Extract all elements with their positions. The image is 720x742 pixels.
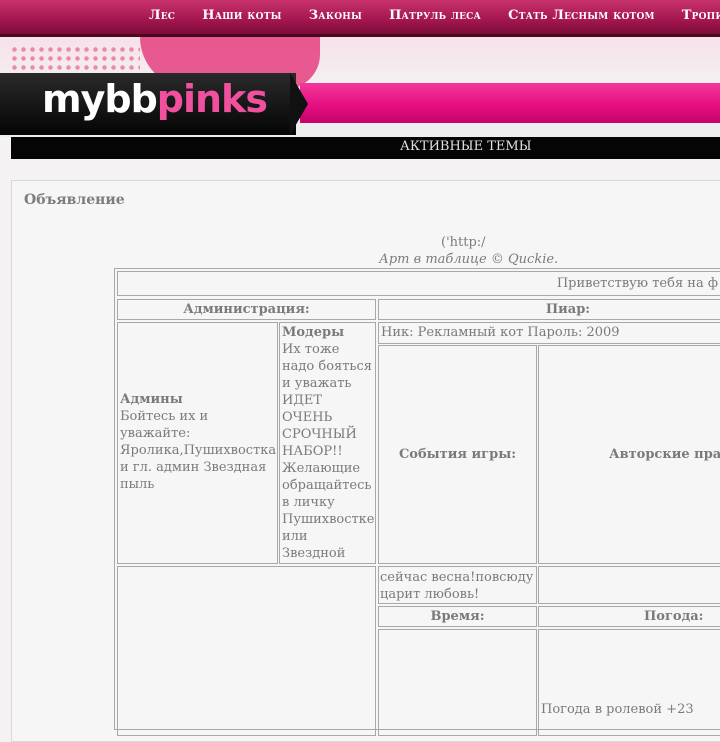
admins-text: Бойтесь их и уважайте: Яролика,Пушихвост…	[120, 409, 277, 492]
logo-text-part1: mybb	[42, 77, 158, 121]
image-link-text: ('http:/	[441, 235, 486, 250]
spring-cell: сейчас весна!повсюду царит любовь!	[378, 566, 537, 604]
moderators-cell: Модеры Их тоже надо бояться и уважать ИД…	[279, 322, 376, 564]
active-topics-link[interactable]: АКТИВНЫЕ ТЕМЫ	[400, 137, 531, 157]
events-header: События игры:	[378, 345, 537, 564]
admins-cell: Админы Бойтесь их и уважайте: Яролика,Пу…	[117, 322, 278, 564]
nav-item-forest[interactable]: Лес	[149, 0, 175, 32]
time-header: Время:	[378, 606, 537, 627]
banner-pink-band	[300, 83, 720, 123]
pr-login-cell: Ник: Рекламный кот Пароль: 2009	[378, 322, 720, 344]
weather-header: Погода:	[538, 606, 720, 627]
nav-item-our-cats[interactable]: Наши коты	[202, 0, 281, 32]
active-topics-bar: АКТИВНЫЕ ТЕМЫ	[11, 137, 720, 159]
pr-header: Пиар:	[378, 299, 720, 320]
image-cell	[117, 566, 376, 736]
art-credit: Арт в таблице © Quckie.	[379, 252, 559, 267]
pr-login-text: Ник: Рекламный кот Пароль: 2009	[381, 325, 620, 340]
admins-title: Админы	[120, 392, 183, 407]
welcome-text: Приветствую тебя на ф	[556, 276, 718, 291]
welcome-cell: Приветствую тебя на ф	[117, 271, 720, 296]
top-navigation: Лес Наши коты Законы Патруль леса Стать …	[0, 0, 720, 37]
banner-dots-decoration	[10, 45, 140, 73]
nav-item-forest-patrol[interactable]: Патруль леса	[389, 0, 481, 32]
administration-header: Администрация:	[117, 299, 376, 320]
announcement-title: Объявление	[24, 192, 125, 208]
empty-cell	[538, 566, 720, 604]
nav-item-laws[interactable]: Законы	[309, 0, 362, 32]
spring-text: сейчас весна!повсюду царит любовь!	[380, 570, 534, 602]
nav-item-become-forest-cat[interactable]: Стать Лесным котом	[508, 0, 654, 32]
nav-item-paths[interactable]: Тропин	[682, 0, 720, 32]
site-logo[interactable]: mybbpinks	[42, 77, 268, 121]
moderators-title: Модеры	[282, 325, 345, 340]
moderators-text: Их тоже надо бояться и уважать ИДЕТ ОЧЕН…	[282, 342, 375, 561]
copyright-header: Авторские пра	[538, 345, 720, 564]
logo-text-part2: pinks	[156, 77, 268, 121]
weather-text: Погода в ролевой +23	[541, 702, 694, 717]
logo-arrow-tip	[290, 73, 308, 135]
header-banner: mybbpinks	[0, 37, 720, 137]
